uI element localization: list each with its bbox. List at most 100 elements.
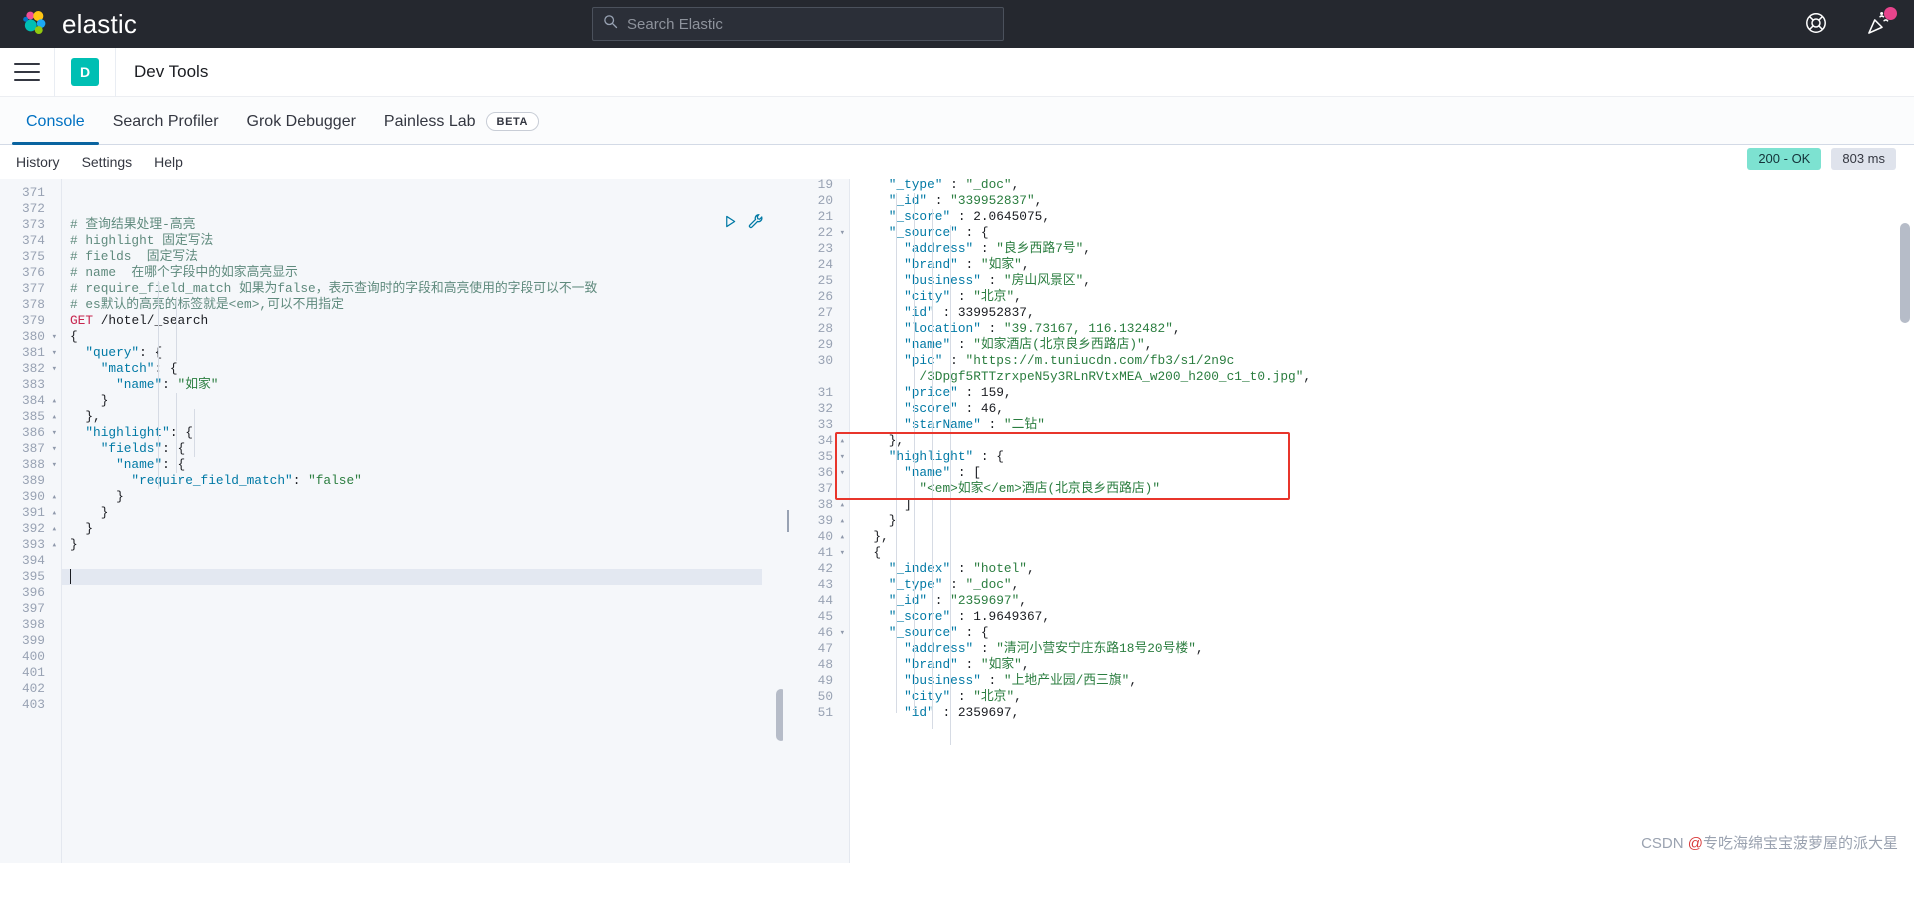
code-line[interactable]: } — [70, 521, 93, 537]
code-line[interactable]: # es默认的高亮的标签就是<em>,可以不用指定 — [70, 297, 344, 313]
settings-link[interactable]: Settings — [82, 154, 133, 170]
code-line[interactable]: "price" : 159, — [858, 385, 1012, 401]
code-line[interactable]: "_id" : "2359697", — [858, 593, 1027, 609]
response-code[interactable]: "_type" : "_doc", "_id" : "339952837", "… — [858, 179, 1914, 863]
code-line[interactable]: "highlight" : { — [858, 449, 1004, 465]
code-line[interactable]: "business" : "房山风景区", — [858, 273, 1091, 289]
code-line[interactable]: "location" : "39.73167, 116.132482", — [858, 321, 1181, 337]
code-line[interactable]: "city" : "北京", — [858, 689, 1022, 705]
wrench-icon[interactable] — [748, 213, 764, 234]
history-link[interactable]: History — [16, 154, 60, 170]
code-line[interactable]: }, — [858, 433, 904, 449]
code-line[interactable]: # fields 固定写法 — [70, 249, 198, 265]
response-scrollbar[interactable] — [1900, 223, 1910, 323]
play-icon[interactable] — [723, 214, 738, 234]
tab-grok-debugger[interactable]: Grok Debugger — [233, 113, 370, 144]
code-line[interactable]: "_type" : "_doc", — [858, 179, 1020, 193]
request-code[interactable]: # 查询结果处理-高亮 # highlight 固定写法 # fields 固定写法… — [70, 179, 788, 863]
tab-search-profiler[interactable]: Search Profiler — [99, 113, 233, 144]
code-line[interactable]: "brand" : "如家", — [858, 257, 1029, 273]
code-line[interactable]: "_id" : "339952837", — [858, 193, 1043, 209]
code-line[interactable]: { — [70, 329, 78, 345]
code-line[interactable]: "match": { — [70, 361, 178, 377]
code-line[interactable]: }, — [70, 409, 100, 425]
code-line[interactable]: "name": "如家" — [70, 377, 218, 393]
fold-toggle[interactable]: ▾ — [52, 457, 57, 473]
code-line[interactable]: "id" : 2359697, — [858, 705, 1019, 721]
code-line[interactable]: } — [70, 393, 109, 409]
code-line[interactable]: "_index" : "hotel", — [858, 561, 1035, 577]
tab-console[interactable]: Console — [12, 113, 99, 145]
code-line[interactable]: "brand" : "如家", — [858, 657, 1029, 673]
fold-toggle[interactable]: ▾ — [840, 625, 845, 641]
fold-toggle[interactable]: ▴ — [52, 409, 57, 425]
tab-painless-lab[interactable]: Painless Lab BETA — [370, 112, 553, 144]
request-editor[interactable]: 371 372 373 374 375 376 377 378 379 380 ▾ 381 ▾ 382 ▾ 3… — [0, 179, 788, 863]
fold-toggle[interactable]: ▴ — [52, 489, 57, 505]
lifebuoy-icon[interactable] — [1804, 11, 1830, 37]
code-line[interactable]: }, — [858, 529, 888, 545]
code-line[interactable]: "name" : [ — [858, 465, 981, 481]
code-line[interactable]: "highlight": { — [70, 425, 193, 441]
code-line[interactable]: "fields": { — [70, 441, 186, 457]
code-line[interactable]: "name": { — [70, 457, 185, 473]
fold-toggle[interactable]: ▴ — [52, 393, 57, 409]
fold-toggle[interactable]: ▴ — [840, 529, 845, 545]
code-line[interactable]: "<em>如家</em>酒店(北京良乡西路店)" — [858, 481, 1160, 497]
fold-toggle[interactable]: ▴ — [52, 537, 57, 553]
code-line[interactable]: "id" : 339952837, — [858, 305, 1035, 321]
code-line[interactable]: # name 在哪个字段中的如家高亮显示 — [70, 265, 298, 281]
code-line[interactable]: "address" : "良乡西路7号", — [858, 241, 1091, 257]
code-line[interactable]: "query": { — [70, 345, 162, 361]
hamburger-icon[interactable] — [14, 63, 40, 81]
code-line[interactable]: "require_field_match": "false" — [70, 473, 361, 489]
code-line[interactable]: } — [70, 537, 78, 553]
help-link[interactable]: Help — [154, 154, 183, 170]
code-line[interactable]: { — [858, 545, 881, 561]
code-line[interactable]: "_source" : { — [858, 625, 989, 641]
code-line[interactable]: "_score" : 1.9649367, — [858, 609, 1050, 625]
code-line[interactable]: "city" : "北京", — [858, 289, 1022, 305]
code-line[interactable]: } — [858, 513, 897, 529]
response-viewer[interactable]: 19 20 21 22 ▾ 23 24 25 26 27 28 29 30 31 32 33 34 ▴ 35 ▾ 36 ▾… — [788, 179, 1914, 863]
fold-toggle[interactable]: ▾ — [840, 225, 845, 241]
fold-toggle[interactable]: ▴ — [840, 513, 845, 529]
code-line[interactable]: "score" : 46, — [858, 401, 1004, 417]
fold-toggle[interactable]: ▾ — [52, 425, 57, 441]
code-line[interactable]: ] — [858, 497, 912, 513]
code-line[interactable]: "name" : "如家酒店(北京良乡西路店)", — [858, 337, 1152, 353]
code-line[interactable]: "_source" : { — [858, 225, 989, 241]
code-line[interactable]: } — [70, 489, 124, 505]
code-token: "_doc" — [965, 577, 1012, 592]
code-line[interactable]: "address" : "清河小营安宁庄东路18号20号楼", — [858, 641, 1204, 657]
code-line[interactable]: "starName" : "二钻" — [858, 417, 1045, 433]
code-line[interactable]: /3Dpgf5RTTzrxpeN5y3RLnRVtxMEA_w200_h200_… — [858, 369, 1311, 385]
fold-toggle[interactable]: ▾ — [840, 449, 845, 465]
fold-toggle[interactable]: ▴ — [52, 505, 57, 521]
code-line[interactable]: } — [70, 505, 109, 521]
fold-toggle[interactable]: ▾ — [52, 361, 57, 377]
announcement-icon[interactable] — [1866, 7, 1897, 37]
fold-toggle[interactable]: ▴ — [52, 521, 57, 537]
fold-toggle[interactable]: ▾ — [840, 465, 845, 481]
code-line[interactable]: GET /hotel/_search — [70, 313, 208, 329]
code-token: : — [162, 377, 178, 392]
fold-toggle[interactable]: ▾ — [52, 441, 57, 457]
search-input[interactable] — [627, 15, 993, 33]
fold-toggle[interactable]: ▾ — [840, 545, 845, 561]
fold-toggle[interactable]: ▴ — [840, 497, 845, 513]
pane-resizer[interactable] — [783, 179, 793, 863]
code-line[interactable]: # require_field_match 如果为false，表示查询时的字段和… — [70, 281, 597, 297]
code-line[interactable]: # highlight 固定写法 — [70, 233, 213, 249]
global-search[interactable] — [592, 7, 1004, 41]
code-line[interactable]: "_score" : 2.0645075, — [858, 209, 1050, 225]
text-caret — [70, 569, 71, 584]
space-avatar[interactable]: D — [71, 58, 99, 86]
code-line[interactable]: # 查询结果处理-高亮 — [70, 217, 195, 233]
code-line[interactable]: "business" : "上地产业园/西三旗", — [858, 673, 1137, 689]
fold-toggle[interactable]: ▾ — [52, 345, 57, 361]
fold-toggle[interactable]: ▾ — [52, 329, 57, 345]
code-line[interactable]: "_type" : "_doc", — [858, 577, 1020, 593]
fold-toggle[interactable]: ▴ — [840, 433, 845, 449]
brand[interactable]: elastic — [20, 9, 137, 40]
